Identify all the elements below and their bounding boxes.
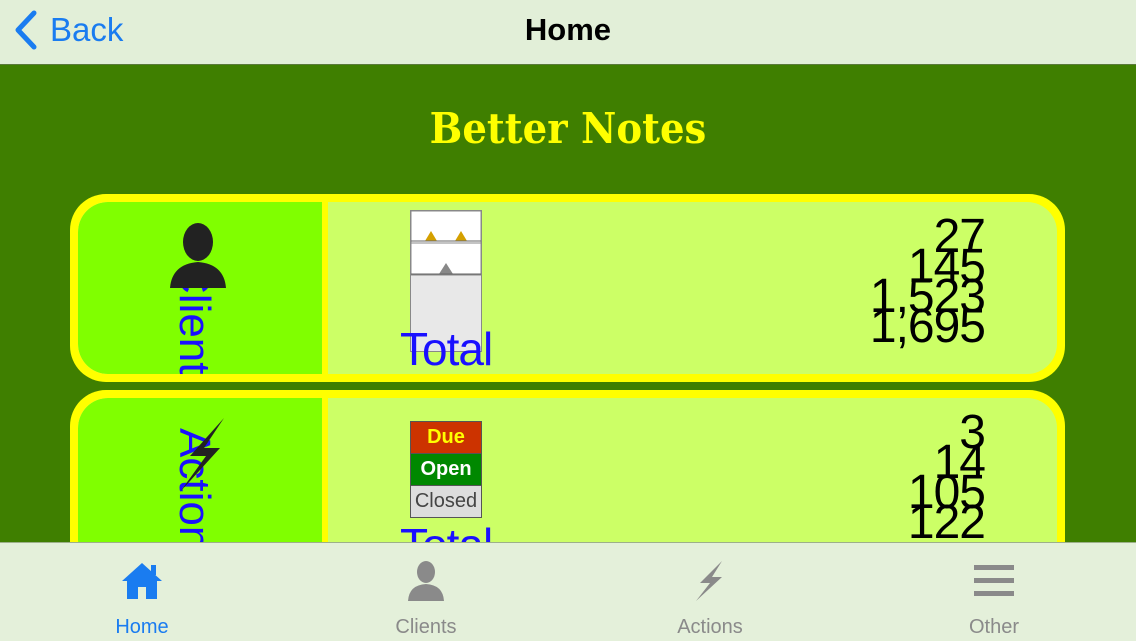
menu-icon	[974, 565, 1014, 596]
actions-status-column: Due Open Closed	[410, 421, 482, 518]
status-open[interactable]: Open	[410, 453, 482, 486]
tab-home[interactable]: Home	[0, 543, 284, 641]
status-closed[interactable]: Closed	[410, 485, 482, 518]
actions-count-total: 122	[907, 496, 986, 549]
page-title: Home	[524, 12, 612, 47]
clients-counts: 27 145 1,523 1,695	[869, 213, 986, 353]
tab-other-label: Other	[968, 616, 1020, 638]
tab-other[interactable]: Other	[852, 543, 1136, 641]
clients-side-panel[interactable]: Clients	[78, 202, 328, 374]
lightning-icon	[180, 418, 224, 492]
home-icon	[122, 563, 162, 599]
clients-total-label: Total	[400, 323, 493, 374]
clients-card-body: Clients Total 27 145 1,523 1,695	[78, 202, 1057, 374]
tab-clients[interactable]: Clients	[284, 543, 568, 641]
tab-home-label: Home	[115, 616, 169, 638]
app-title: Better Notes	[429, 104, 707, 153]
tab-actions-label: Actions	[677, 616, 743, 638]
clients-count-total: 1,695	[869, 300, 986, 353]
actions-counts: 3 14 105 122	[907, 409, 986, 549]
person-icon	[170, 223, 226, 288]
tab-bar: Home Clients Actions Other	[0, 542, 1136, 641]
tab-clients-label: Clients	[395, 616, 457, 638]
tab-actions[interactable]: Actions	[568, 543, 852, 641]
lightning-icon	[696, 561, 722, 601]
navigation-bar: Back Home	[0, 0, 1136, 65]
person-icon	[408, 561, 444, 601]
status-due[interactable]: Due	[410, 421, 482, 454]
clients-card[interactable]: Clients Total 27 145 1,523 1,695	[70, 194, 1065, 382]
